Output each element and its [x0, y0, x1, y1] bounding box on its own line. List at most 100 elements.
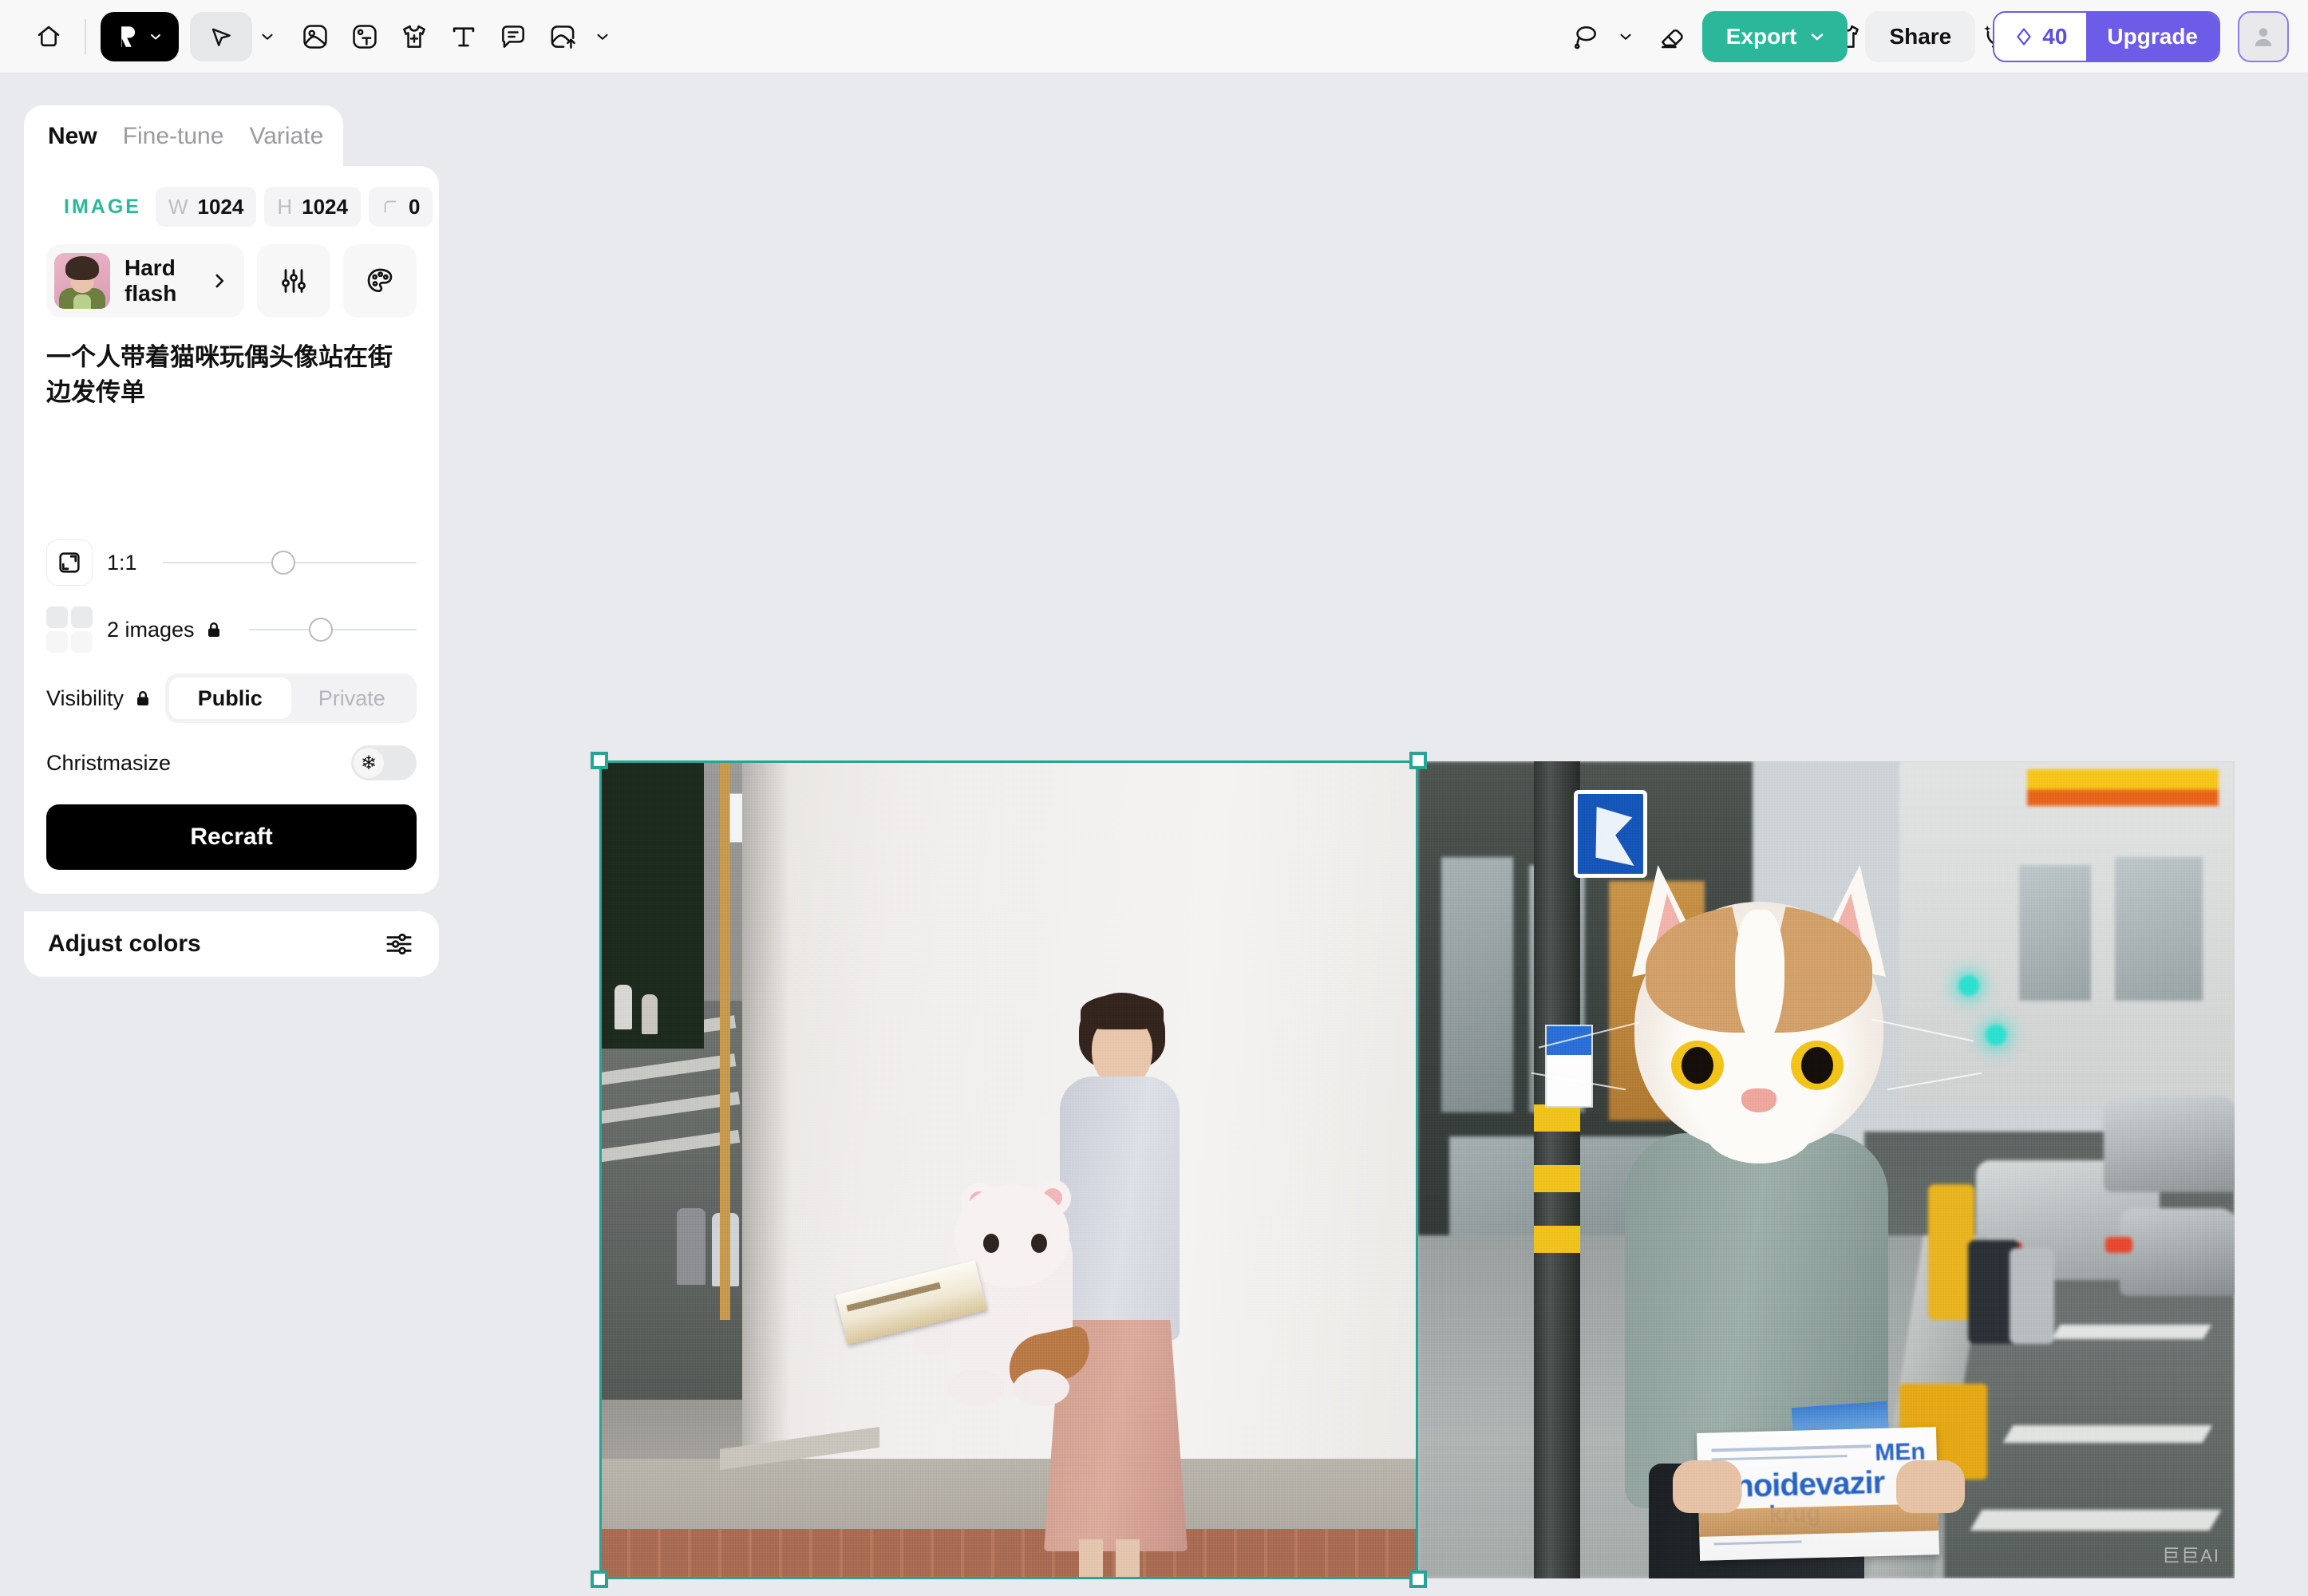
brand-menu-button[interactable]	[101, 11, 179, 61]
text-tool-button[interactable]	[439, 12, 488, 61]
christmasize-label: Christmasize	[46, 750, 172, 775]
upload-chevron-down-icon	[597, 34, 608, 40]
image1-plush-eye	[983, 1234, 999, 1253]
aspect-ratio-label: 1:1	[107, 550, 137, 575]
snowflake-icon: ❄	[354, 748, 384, 778]
image2-watermark: 巨巨AI	[2162, 1546, 2220, 1566]
image2-shop-awning	[2027, 769, 2219, 806]
share-label: Share	[1889, 24, 1952, 49]
image-count-label: 2 images	[107, 618, 223, 642]
corner-radius-value: 0	[408, 194, 421, 219]
adjust-colors-card[interactable]: Adjust colors	[24, 911, 439, 977]
mockup-tshirt-tool-button[interactable]	[389, 12, 439, 61]
user-avatar-button[interactable]	[2238, 11, 2289, 62]
style-thumbnail	[54, 253, 110, 309]
image-text-tool-icon	[353, 24, 377, 49]
christmasize-toggle[interactable]: ❄	[351, 745, 417, 780]
width-field[interactable]: W 1024	[155, 187, 257, 227]
image-text-tool-button[interactable]	[340, 12, 389, 61]
image2-pole-band	[1534, 1104, 1580, 1132]
style-settings-button[interactable]	[257, 244, 330, 318]
visibility-option-public[interactable]: Public	[169, 678, 291, 719]
upgrade-button[interactable]: Upgrade	[2086, 13, 2219, 61]
eraser-tool-icon	[1662, 29, 1683, 48]
style-selector[interactable]: Hard flash	[46, 244, 244, 318]
lock-icon	[137, 691, 149, 705]
select-tool-icon	[211, 28, 231, 46]
share-button[interactable]: Share	[1865, 11, 1976, 62]
panel-card: IMAGE W 1024 H 1024 0 Hard flash 一个人带着猫咪…	[24, 166, 439, 894]
image2-cat-eye-left	[1671, 1041, 1724, 1090]
image-count-value: 2 images	[107, 617, 195, 642]
upload-image-tool-button[interactable]	[538, 12, 587, 61]
upload-tool-dropdown[interactable]	[587, 12, 618, 61]
visibility-option-private[interactable]: Private	[291, 678, 413, 719]
visibility-label-text: Visibility	[46, 685, 124, 710]
image-count-row: 2 images	[46, 606, 417, 653]
image2-person-hand	[1896, 1460, 1965, 1513]
generated-image-2[interactable]: MEn Snoidevazir krug 巨巨AI	[1417, 761, 2235, 1578]
image-count-slider[interactable]	[248, 606, 417, 653]
image1-plush-foot	[1014, 1369, 1069, 1406]
comment-tool-icon	[502, 25, 524, 48]
export-chevron-down-icon	[1812, 34, 1824, 41]
image2-pedestrian	[2010, 1248, 2054, 1344]
upload-image-tool-icon	[551, 25, 575, 49]
height-field[interactable]: H 1024	[264, 187, 361, 227]
lock-icon	[207, 622, 219, 637]
export-button[interactable]: Export	[1701, 11, 1848, 62]
prompt-input[interactable]: 一个人带着猫咪玩偶头像站在街边发传单	[46, 340, 417, 539]
corner-radius-field[interactable]: 0	[368, 187, 433, 227]
image1-brick-edge	[600, 1529, 1417, 1578]
image1-person-leg	[1116, 1539, 1140, 1578]
aspect-ratio-slider[interactable]	[162, 539, 417, 586]
image2-pole-notice	[1545, 1025, 1593, 1108]
image2-road-marking	[1970, 1510, 2222, 1531]
lasso-tool-dropdown[interactable]	[1610, 12, 1641, 61]
palette-button[interactable]	[343, 244, 417, 318]
palette-icon	[367, 268, 393, 292]
text-tool-icon	[453, 26, 475, 46]
home-icon[interactable]	[24, 12, 73, 61]
image-tool-button[interactable]	[290, 12, 340, 61]
image2-traffic-light	[1986, 1025, 2006, 1045]
tab-new[interactable]: New	[48, 123, 97, 150]
brand-chevron-down-icon	[151, 34, 160, 39]
image1-person-fringe	[1081, 994, 1164, 1029]
image2-window	[2115, 857, 2203, 1001]
credits-button[interactable]: 40	[1994, 13, 2087, 61]
width-key: W	[168, 194, 188, 219]
sliders-horizontal-icon	[386, 933, 412, 955]
tab-variate[interactable]: Variate	[249, 123, 323, 150]
select-tool-dropdown[interactable]	[252, 12, 283, 61]
user-avatar-icon	[2255, 28, 2272, 46]
christmasize-row: Christmasize ❄	[46, 745, 417, 780]
adjust-colors-label: Adjust colors	[48, 930, 201, 957]
comment-tool-button[interactable]	[488, 12, 538, 61]
lasso-tool-icon	[1574, 26, 1596, 49]
image1-person-leg	[1079, 1539, 1103, 1578]
recraft-button[interactable]: Recraft	[46, 804, 417, 870]
visibility-row: Visibility Public Private	[46, 674, 417, 723]
image2-window	[2019, 865, 2091, 1001]
aspect-ratio-icon[interactable]	[46, 539, 93, 586]
upgrade-label: Upgrade	[2107, 24, 2198, 49]
aspect-ratio-row: 1:1	[46, 539, 417, 586]
select-chevron-down-icon	[262, 34, 273, 40]
eraser-tool-button[interactable]	[1647, 12, 1697, 61]
image-type-label: IMAGE	[64, 195, 141, 218]
brand-logo-icon	[121, 26, 136, 47]
select-tool-button[interactable]	[190, 11, 252, 61]
image1-signpost	[720, 761, 730, 1320]
image2-cat-nose	[1741, 1088, 1776, 1112]
image1-person-jacket	[1060, 1077, 1180, 1340]
image1-pedestrian	[615, 985, 632, 1029]
diamond-icon	[2017, 28, 2031, 45]
style-row: Hard flash	[46, 244, 417, 318]
lasso-tool-button[interactable]	[1561, 12, 1610, 61]
tab-fine-tune[interactable]: Fine-tune	[123, 123, 224, 150]
image2-pole-band	[1534, 1165, 1580, 1192]
recraft-label: Recraft	[190, 824, 273, 850]
generated-image-1[interactable]	[600, 761, 1417, 1578]
image2-taillight	[2105, 1237, 2132, 1253]
